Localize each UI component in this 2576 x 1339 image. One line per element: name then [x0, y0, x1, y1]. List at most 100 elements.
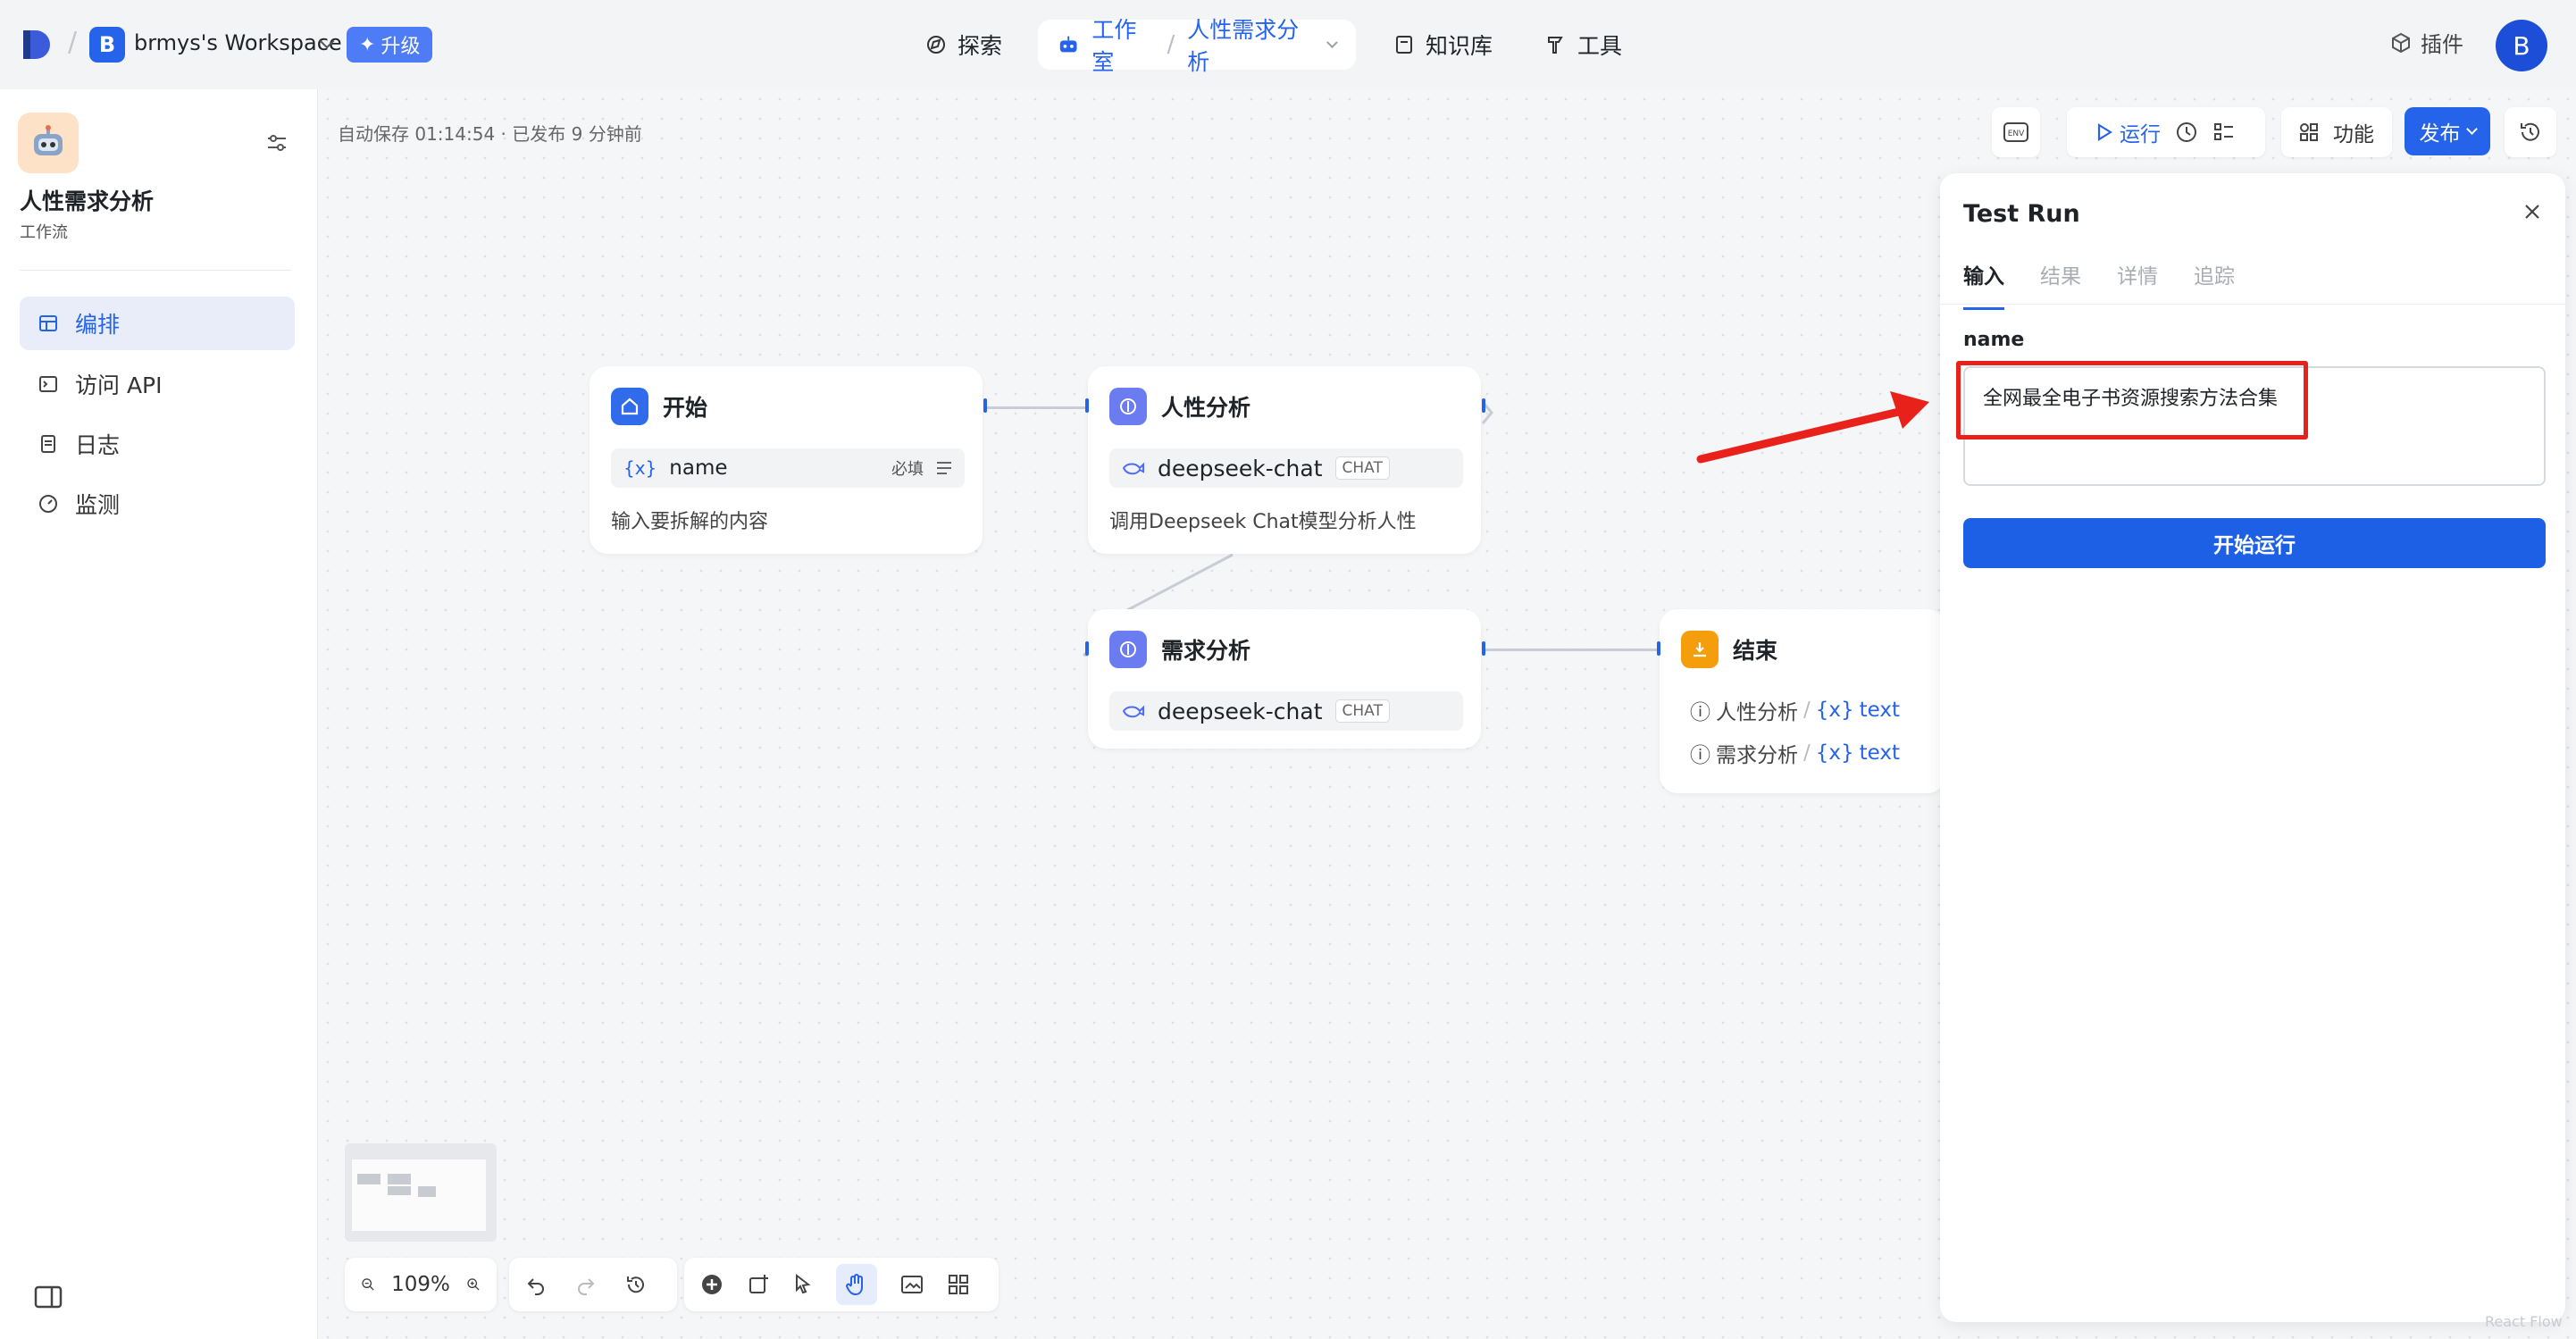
settings-sliders-icon[interactable] [264, 130, 289, 155]
nav-studio[interactable]: 工作室 / 人性需求分析 [1038, 17, 1356, 75]
add-node-icon[interactable] [700, 1273, 723, 1296]
hammer-icon [1548, 37, 1563, 54]
nav-tools[interactable]: 工具 [1545, 23, 1622, 66]
output-source: 需求分析 [1716, 744, 1798, 767]
workspace-badge[interactable]: B [89, 27, 125, 63]
document-icon [41, 435, 55, 453]
upgrade-label: 升级 [381, 36, 421, 58]
start-run-button[interactable]: 开始运行 [1963, 518, 2546, 568]
history-icon[interactable] [625, 1274, 647, 1295]
input-port[interactable] [1085, 398, 1089, 413]
add-note-icon[interactable] [747, 1273, 770, 1296]
tab-result[interactable]: 结果 [2040, 259, 2081, 310]
close-icon[interactable] [2522, 202, 2542, 222]
plugins-button[interactable]: 插件 [2390, 27, 2463, 58]
chevron-down-icon[interactable] [1326, 36, 1338, 48]
divider [1940, 304, 2565, 305]
app-sidebar: 人性需求分析 工作流 编排 访问 API 日志 监测 [0, 89, 318, 1339]
sidebar-item-label: 编排 [75, 312, 121, 338]
model-row[interactable]: deepseek-chat CHAT [1109, 691, 1463, 731]
output-variable: text [1859, 741, 1901, 765]
start-node[interactable]: 开始 {x} name 必填 输入要拆解的内容 [590, 366, 987, 554]
output-port[interactable] [1482, 398, 1485, 413]
node-title: 结束 [1733, 638, 1778, 664]
sidebar-item-api[interactable]: 访问 API [20, 357, 295, 411]
version-history-button[interactable] [2505, 107, 2556, 157]
model-name: deepseek-chat [1158, 455, 1323, 481]
publish-label: 发布 [2419, 122, 2461, 146]
minimap-viewport [352, 1159, 486, 1231]
input-port[interactable] [1085, 641, 1089, 656]
dify-logo-icon[interactable] [20, 27, 55, 63]
output-source: 人性分析 [1716, 701, 1798, 724]
hand-icon [846, 1274, 863, 1296]
layout-icon [39, 315, 57, 331]
env-button[interactable]: ENV [1992, 107, 2040, 157]
input-variable-row[interactable]: {x} name 必填 [611, 448, 965, 488]
organize-blocks-icon[interactable] [947, 1273, 970, 1296]
publish-button[interactable]: 发布 [2405, 107, 2490, 155]
end-node[interactable]: 结束 ⓘ 人性分析 / {x} text ⓘ 需求分析 / {x} text [1657, 609, 1945, 793]
sidebar-item-label: 日志 [75, 432, 121, 458]
collapse-sidebar-icon[interactable] [34, 1285, 63, 1310]
output-port[interactable] [983, 398, 987, 413]
nav-studio-label: 工作室 [1091, 17, 1137, 75]
nav-project-label[interactable]: 人性需求分析 [1187, 13, 1312, 77]
brain-icon [1109, 388, 1147, 425]
input-port[interactable] [1657, 641, 1660, 656]
zoom-out-icon[interactable] [361, 1274, 375, 1295]
checklist-icon[interactable] [2212, 121, 2236, 144]
breadcrumb-separator: / [68, 27, 78, 58]
end-output-row[interactable]: ⓘ 需求分析 / {x} text [1690, 738, 1900, 768]
pointer-icon[interactable] [793, 1273, 813, 1296]
robot-icon [1059, 36, 1077, 53]
zoom-in-icon[interactable] [466, 1274, 481, 1295]
avatar[interactable]: B [2496, 20, 2547, 71]
variable-icon: {x} [1815, 699, 1854, 722]
sidebar-item-monitor[interactable]: 监测 [20, 477, 295, 531]
end-output-row[interactable]: ⓘ 人性分析 / {x} text [1690, 695, 1900, 725]
features-button[interactable]: 功能 [2281, 107, 2392, 157]
node-description: 输入要拆解的内容 [611, 511, 769, 533]
output-port[interactable] [1482, 641, 1485, 656]
run-button[interactable]: 运行 [2096, 117, 2161, 147]
panel-title: Test Run [1963, 200, 2080, 228]
sidebar-item-label: 访问 API [75, 372, 163, 398]
export-image-icon[interactable] [900, 1274, 924, 1295]
chevron-down-icon [2465, 122, 2478, 135]
terminal-icon [39, 376, 57, 392]
nav-tools-label: 工具 [1577, 33, 1623, 59]
tab-detail[interactable]: 详情 [2117, 259, 2158, 310]
nav-explore[interactable]: 探索 [925, 23, 1002, 66]
tab-input[interactable]: 输入 [1963, 259, 2004, 310]
divider [20, 270, 291, 271]
upgrade-button[interactable]: ✦ 升级 [347, 27, 433, 63]
whale-icon [1122, 462, 1144, 475]
sidebar-item-orchestrate[interactable]: 编排 [20, 297, 295, 350]
output-variable: text [1859, 699, 1901, 722]
grid-icon [2300, 123, 2318, 141]
required-label: 必填 [891, 460, 924, 479]
brain-icon: ⓘ [1690, 701, 1710, 724]
features-label: 功能 [2333, 123, 2374, 146]
workspace-name[interactable]: brmys's Workspace [134, 30, 342, 55]
sidebar-item-logs[interactable]: 日志 [20, 417, 295, 471]
whale-icon [1122, 705, 1144, 718]
hand-tool-button[interactable] [836, 1264, 877, 1305]
zoom-level[interactable]: 109% [391, 1273, 450, 1296]
llm-node-human[interactable]: 人性分析 deepseek-chat CHAT 调用Deepseek Chat模… [1085, 366, 1485, 554]
redo-icon[interactable] [575, 1274, 597, 1295]
nav-knowledge[interactable]: 知识库 [1393, 23, 1493, 66]
history-run-icon[interactable] [2175, 121, 2198, 144]
variable-icon: {x} [1815, 741, 1854, 765]
undo-icon[interactable] [525, 1274, 547, 1295]
model-row[interactable]: deepseek-chat CHAT [1109, 448, 1463, 488]
minimap[interactable] [345, 1143, 497, 1242]
llm-node-needs[interactable]: 需求分析 deepseek-chat CHAT [1085, 609, 1485, 749]
robot-icon [18, 113, 79, 173]
breadcrumb-separator: / [1167, 31, 1175, 58]
sparkle-icon: ✦ [359, 33, 376, 56]
react-flow-attribution[interactable]: React Flow [2485, 1313, 2563, 1330]
env-icon: ENV [2003, 122, 2028, 142]
tab-trace[interactable]: 追踪 [2194, 259, 2235, 310]
